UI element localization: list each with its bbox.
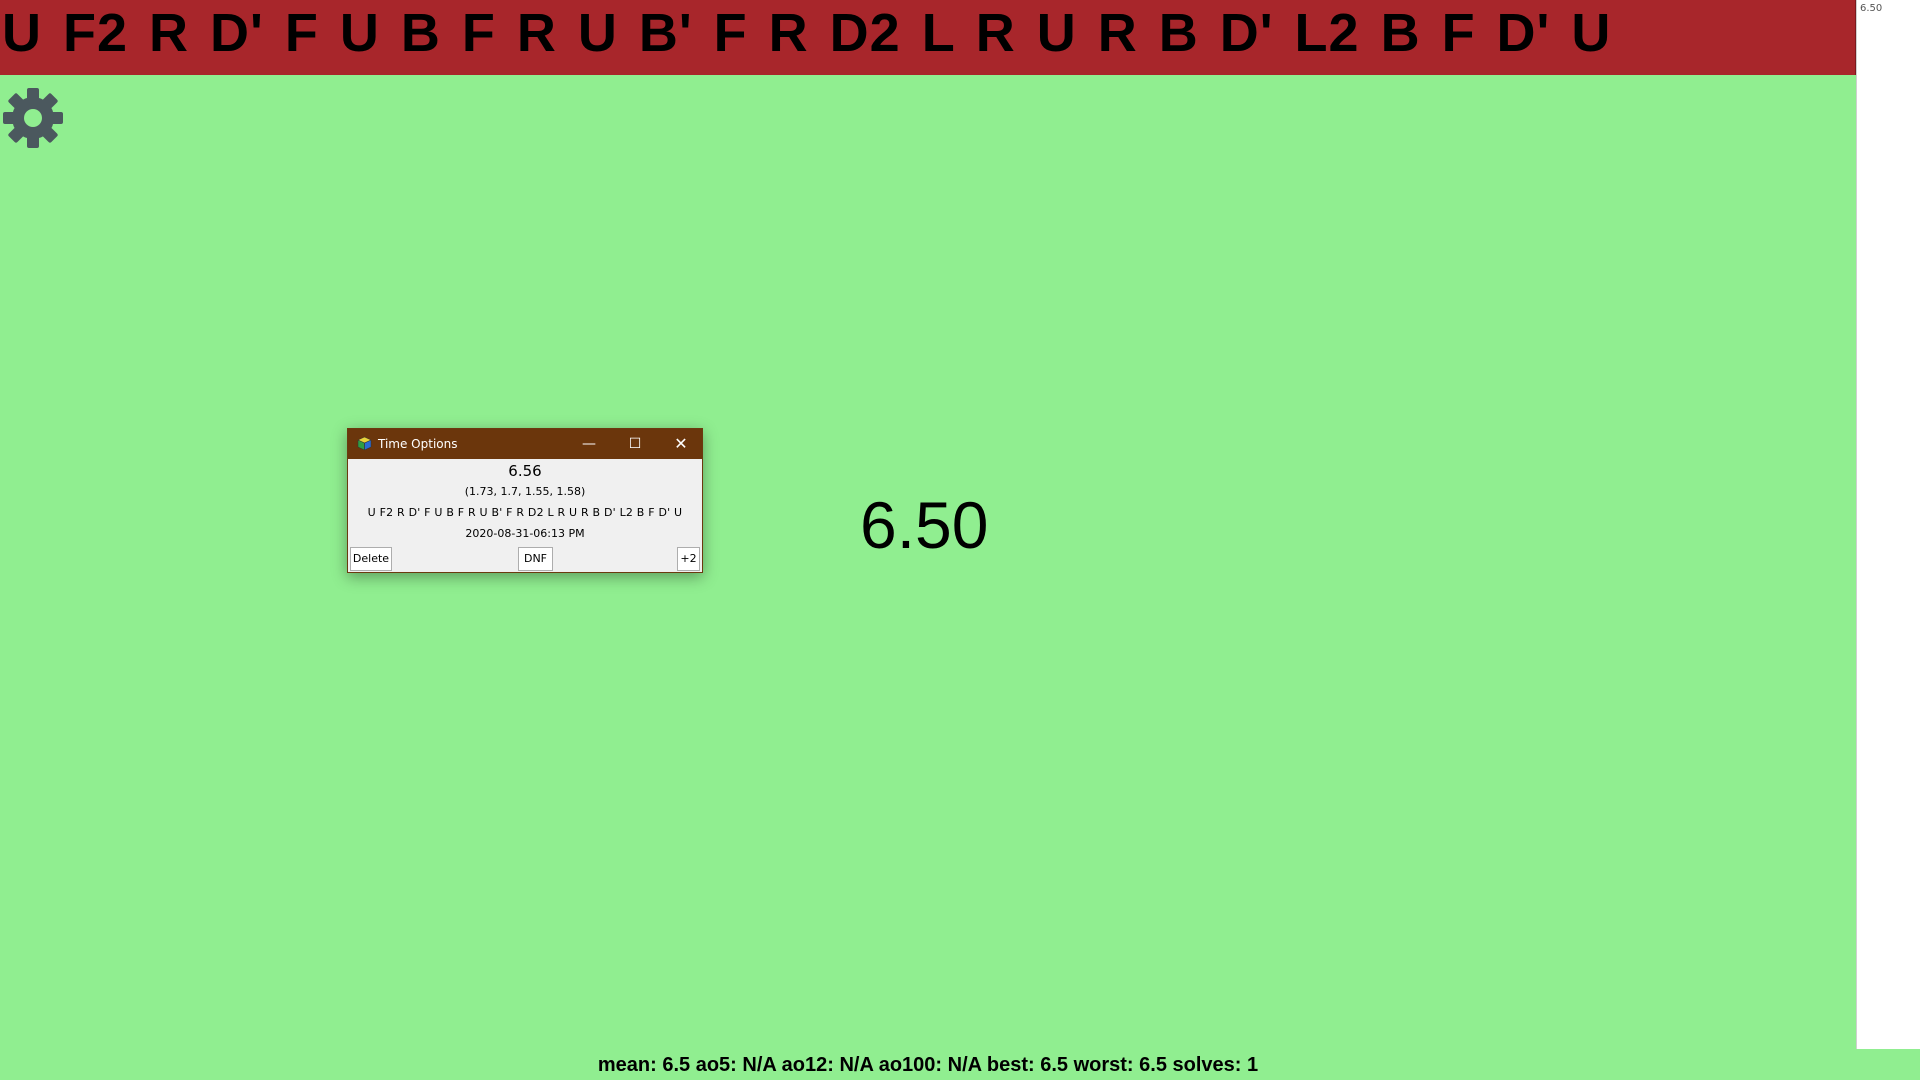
time-history-panel[interactable]: 6.50	[1856, 0, 1920, 1049]
gear-icon[interactable]	[2, 87, 64, 149]
scramble-text: U F2 R D' F U B F R U B' F R D2 L R U R …	[2, 3, 1612, 63]
close-button[interactable]: ✕	[658, 429, 704, 459]
solve-time: 6.56	[508, 462, 542, 480]
cube-icon	[357, 436, 372, 451]
delete-button[interactable]: Delete	[350, 547, 392, 571]
dialog-titlebar[interactable]: Time Options — ☐ ✕	[348, 429, 702, 459]
plus-two-button[interactable]: +2	[677, 547, 700, 571]
minimize-button[interactable]: —	[566, 429, 612, 459]
dialog-body: 6.56 (1.73, 1.7, 1.55, 1.58) U F2 R D' F…	[348, 459, 702, 572]
solve-scramble: U F2 R D' F U B F R U B' F R D2 L R U R …	[367, 506, 683, 519]
scramble-bar: U F2 R D' F U B F R U B' F R D2 L R U R …	[0, 0, 1856, 75]
maximize-button[interactable]: ☐	[612, 429, 658, 459]
stats-bar: mean: 6.5 ao5: N/A ao12: N/A ao100: N/A …	[597, 1054, 1259, 1076]
time-options-dialog: Time Options — ☐ ✕ 6.56 (1.73, 1.7, 1.55…	[347, 428, 703, 573]
timer-app: U F2 R D' F U B F R U B' F R D2 L R U R …	[0, 0, 1920, 1080]
timer-display: 6.50	[860, 488, 989, 562]
solve-splits: (1.73, 1.7, 1.55, 1.58)	[464, 485, 586, 498]
history-item[interactable]: 6.50	[1860, 3, 1882, 14]
dnf-button[interactable]: DNF	[518, 547, 553, 571]
solve-date: 2020-08-31-06:13 PM	[465, 527, 585, 540]
dialog-title: Time Options	[378, 437, 458, 451]
